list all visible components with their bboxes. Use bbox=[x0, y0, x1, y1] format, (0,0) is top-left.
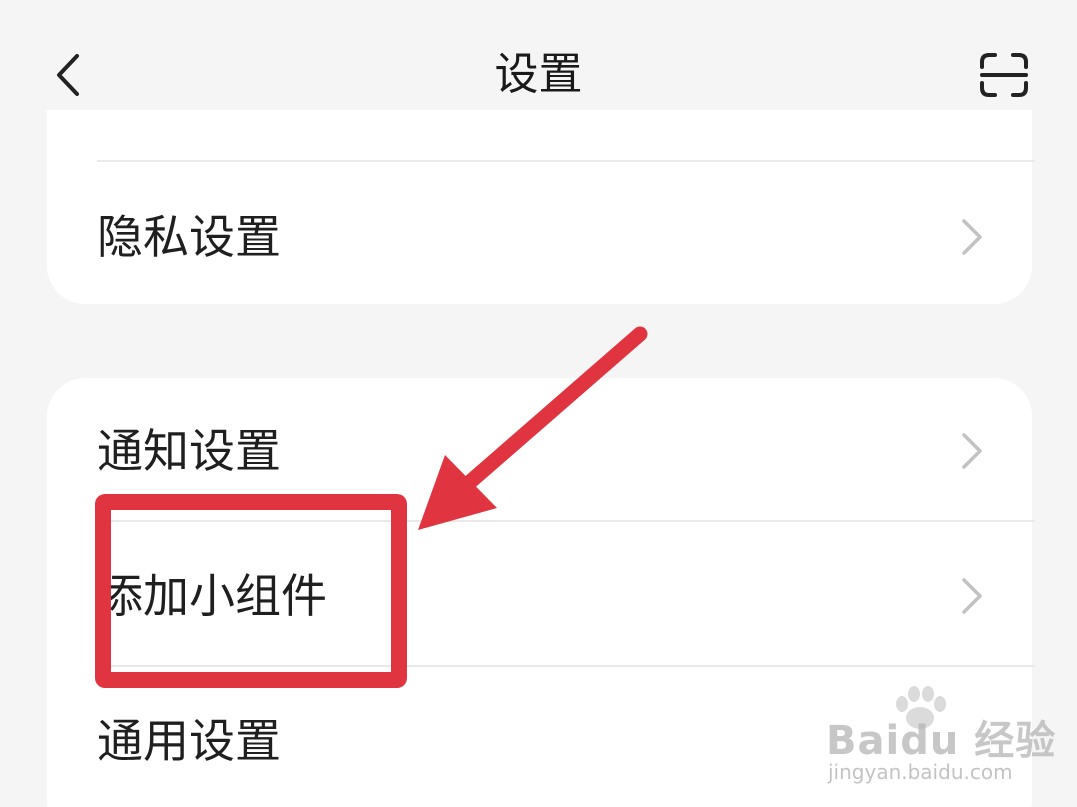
settings-group-general: 通知设置 添加小组件 通用设置 bbox=[47, 378, 1035, 807]
divider bbox=[97, 160, 1035, 162]
page-title: 设置 bbox=[494, 49, 583, 100]
scan-button[interactable] bbox=[972, 45, 1036, 105]
settings-item-privacy[interactable]: 隐私设置 bbox=[47, 182, 1032, 292]
chevron-right-icon bbox=[962, 219, 982, 255]
settings-screen: 设置 隐私设置 通知设置 添加小组件 通用设置 Baidu 经验 jingyan… bbox=[0, 0, 1077, 807]
chevron-right-icon bbox=[962, 433, 982, 469]
scan-icon bbox=[980, 53, 1028, 97]
settings-item-add-widget[interactable]: 添加小组件 bbox=[47, 541, 1032, 651]
settings-item-label: 隐私设置 bbox=[97, 210, 281, 264]
settings-group-privacy: 隐私设置 bbox=[47, 110, 1035, 304]
settings-item-label: 通知设置 bbox=[97, 424, 281, 478]
settings-item-notifications[interactable]: 通知设置 bbox=[47, 396, 1032, 506]
settings-item-label: 通用设置 bbox=[97, 714, 281, 768]
chevron-right-icon bbox=[962, 578, 982, 614]
divider bbox=[97, 665, 1035, 667]
settings-item-general[interactable]: 通用设置 bbox=[47, 686, 1032, 796]
settings-item-label: 添加小组件 bbox=[97, 569, 327, 623]
divider bbox=[97, 520, 1035, 522]
